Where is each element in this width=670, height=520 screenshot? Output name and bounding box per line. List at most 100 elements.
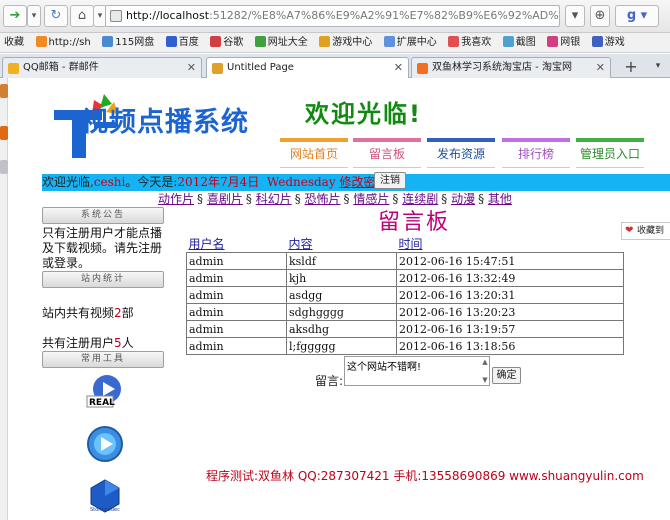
bookmark-item[interactable]: 收藏: [0, 33, 28, 52]
user-count-text: 共有注册用户5人: [42, 336, 164, 351]
media-player-icon[interactable]: [85, 424, 125, 464]
menu-guestbook[interactable]: 留言板: [353, 138, 421, 167]
date-text: 2012年7月4日: [177, 175, 260, 189]
bookmark-item[interactable]: 百度: [162, 33, 203, 52]
tab-list-icon[interactable]: ▾: [648, 57, 668, 77]
url-host: http://localhost: [126, 9, 210, 22]
history-dropdown-icon[interactable]: ▾: [27, 5, 41, 27]
table-header-row: 用户名 内容 时间: [187, 235, 624, 253]
category-horror[interactable]: 恐怖片: [305, 192, 341, 206]
bookmark-item[interactable]: 游戏中心: [315, 33, 376, 52]
bookmark-item[interactable]: 扩展中心: [380, 33, 441, 52]
sidebar-favorites-icon[interactable]: [0, 84, 8, 98]
tab-qq-mail[interactable]: QQ邮箱 - 群邮件 ✕: [2, 57, 202, 78]
bookmark-item[interactable]: http://sh: [32, 33, 95, 52]
bookmark-label: 我喜欢: [461, 37, 492, 48]
column-header-time[interactable]: 时间: [397, 235, 624, 253]
bookmark-item[interactable]: 网址大全: [251, 33, 312, 52]
menu-publish[interactable]: 发布资源: [427, 138, 495, 167]
tab-label: Untitled Page: [227, 62, 294, 73]
bookmark-icon: [35, 36, 47, 47]
taobao-icon: [417, 63, 428, 74]
tab-label: QQ邮箱 - 群邮件: [23, 62, 99, 73]
close-icon[interactable]: ✕: [187, 58, 196, 78]
bookmark-item[interactable]: 谷歌: [206, 33, 247, 52]
cell-content: kjh: [286, 269, 397, 287]
back-button[interactable]: ➔: [3, 5, 27, 27]
greeting-text: 欢迎光临,: [42, 175, 94, 189]
scroll-up-icon[interactable]: ▲: [480, 357, 490, 367]
column-header-user[interactable]: 用户名: [187, 235, 287, 253]
bookmark-item[interactable]: 115网盘: [98, 33, 158, 52]
sidebar-rss-icon[interactable]: [0, 126, 8, 140]
cell-time: 2012-06-16 13:20:31: [396, 286, 624, 304]
bookmark-label: 网银: [560, 37, 581, 48]
bookmark-label: 115网盘: [115, 37, 155, 48]
page-title: 留言板: [378, 210, 451, 235]
cell-time: 2012-06-16 13:18:56: [396, 337, 624, 355]
bookmark-icon: [210, 36, 222, 47]
user-count-unit: 人: [121, 336, 134, 350]
bookmark-item[interactable]: 截图: [499, 33, 540, 52]
sidebar-notes-icon[interactable]: [0, 160, 8, 174]
cell-time: 2012-06-16 13:19:57: [396, 320, 624, 338]
page-content: 视频点播系统 欢迎光临! 网站首页 留言板 发布资源 排行榜 管理员入口 欢迎光…: [8, 78, 670, 520]
bookmark-label: 游戏: [604, 37, 625, 48]
category-scifi[interactable]: 科幻片: [256, 192, 292, 206]
weekday-text: Wednesday: [266, 175, 336, 189]
page-icon: [212, 63, 223, 74]
bookmark-label: 游戏中心: [332, 37, 373, 48]
category-anime[interactable]: 动漫: [451, 192, 475, 206]
menu-admin[interactable]: 管理员入口: [576, 138, 644, 167]
bookmark-label: 网址大全: [267, 37, 308, 48]
welcome-title: 欢迎光临!: [305, 100, 422, 128]
message-input[interactable]: 这个网站不错啊!: [344, 356, 490, 386]
refresh-button[interactable]: ↻: [44, 5, 68, 27]
cell-time: 2012-06-16 13:32:49: [396, 269, 624, 287]
category-separator: §: [197, 192, 204, 206]
menu-home[interactable]: 网站首页: [280, 138, 348, 167]
shield-icon[interactable]: ⊕: [590, 5, 610, 27]
menu-ranking[interactable]: 排行榜: [502, 138, 570, 167]
real-player-icon[interactable]: REAL: [85, 372, 125, 412]
bookmark-label: 扩展中心: [396, 37, 437, 48]
refresh-small-button[interactable]: ▾: [565, 5, 585, 27]
cell-content: sdghgggg: [286, 303, 397, 321]
notice-text: 只有注册用户才能点播及下载视频。请先注册或登录。: [42, 226, 163, 270]
video-count-unit: 部: [121, 306, 134, 320]
new-tab-button[interactable]: +: [620, 57, 642, 77]
footer-text: 程序测试:双鱼林 QQ:287307421 手机:13558690869 www…: [206, 469, 644, 483]
bookmark-icon: [102, 36, 114, 47]
home-button[interactable]: ⌂: [70, 5, 94, 27]
browser-sidebar: [0, 78, 8, 520]
logout-button[interactable]: 注销: [374, 172, 406, 189]
table-row: admin ksldf 2012-06-16 15:47:51: [186, 252, 624, 270]
cell-content: asdgg: [286, 286, 397, 304]
favorite-label: 收藏到: [637, 226, 665, 236]
tab-taobao[interactable]: 双鱼林学习系统淘宝店 - 淘宝网 ✕: [411, 57, 611, 78]
column-header-content[interactable]: 内容: [287, 235, 397, 253]
user-count-label: 共有注册用户: [42, 336, 115, 350]
category-comedy[interactable]: 喜剧片: [207, 192, 243, 206]
bookmark-icon: [502, 36, 514, 47]
bookmark-item[interactable]: 我喜欢: [444, 33, 495, 52]
close-icon[interactable]: ✕: [394, 58, 403, 78]
cell-user: admin: [186, 269, 287, 287]
confirm-button[interactable]: 确定: [492, 367, 521, 384]
category-action[interactable]: 动作片: [158, 192, 194, 206]
bookmark-item[interactable]: 网银: [543, 33, 584, 52]
search-engine-button[interactable]: g ▾: [615, 5, 659, 27]
scroll-down-icon[interactable]: ▼: [480, 375, 490, 385]
tab-untitled-page[interactable]: Untitled Page ✕: [206, 57, 409, 79]
stormcodec-icon[interactable]: Stormcodec: [85, 476, 125, 516]
category-other[interactable]: 其他: [488, 192, 512, 206]
favorite-button[interactable]: ❤ 收藏到: [621, 222, 670, 240]
username: ceshi: [93, 175, 126, 189]
address-bar[interactable]: http://localhost:51282/%E8%A7%86%E9%A2%9…: [105, 5, 560, 27]
close-icon[interactable]: ✕: [596, 58, 605, 78]
cell-user: admin: [186, 286, 287, 304]
cell-user: admin: [186, 320, 287, 338]
bookmark-label: 谷歌: [223, 37, 244, 48]
table-row: admin asdgg 2012-06-16 13:20:31: [186, 286, 624, 304]
bookmark-item[interactable]: 游戏: [588, 33, 629, 52]
